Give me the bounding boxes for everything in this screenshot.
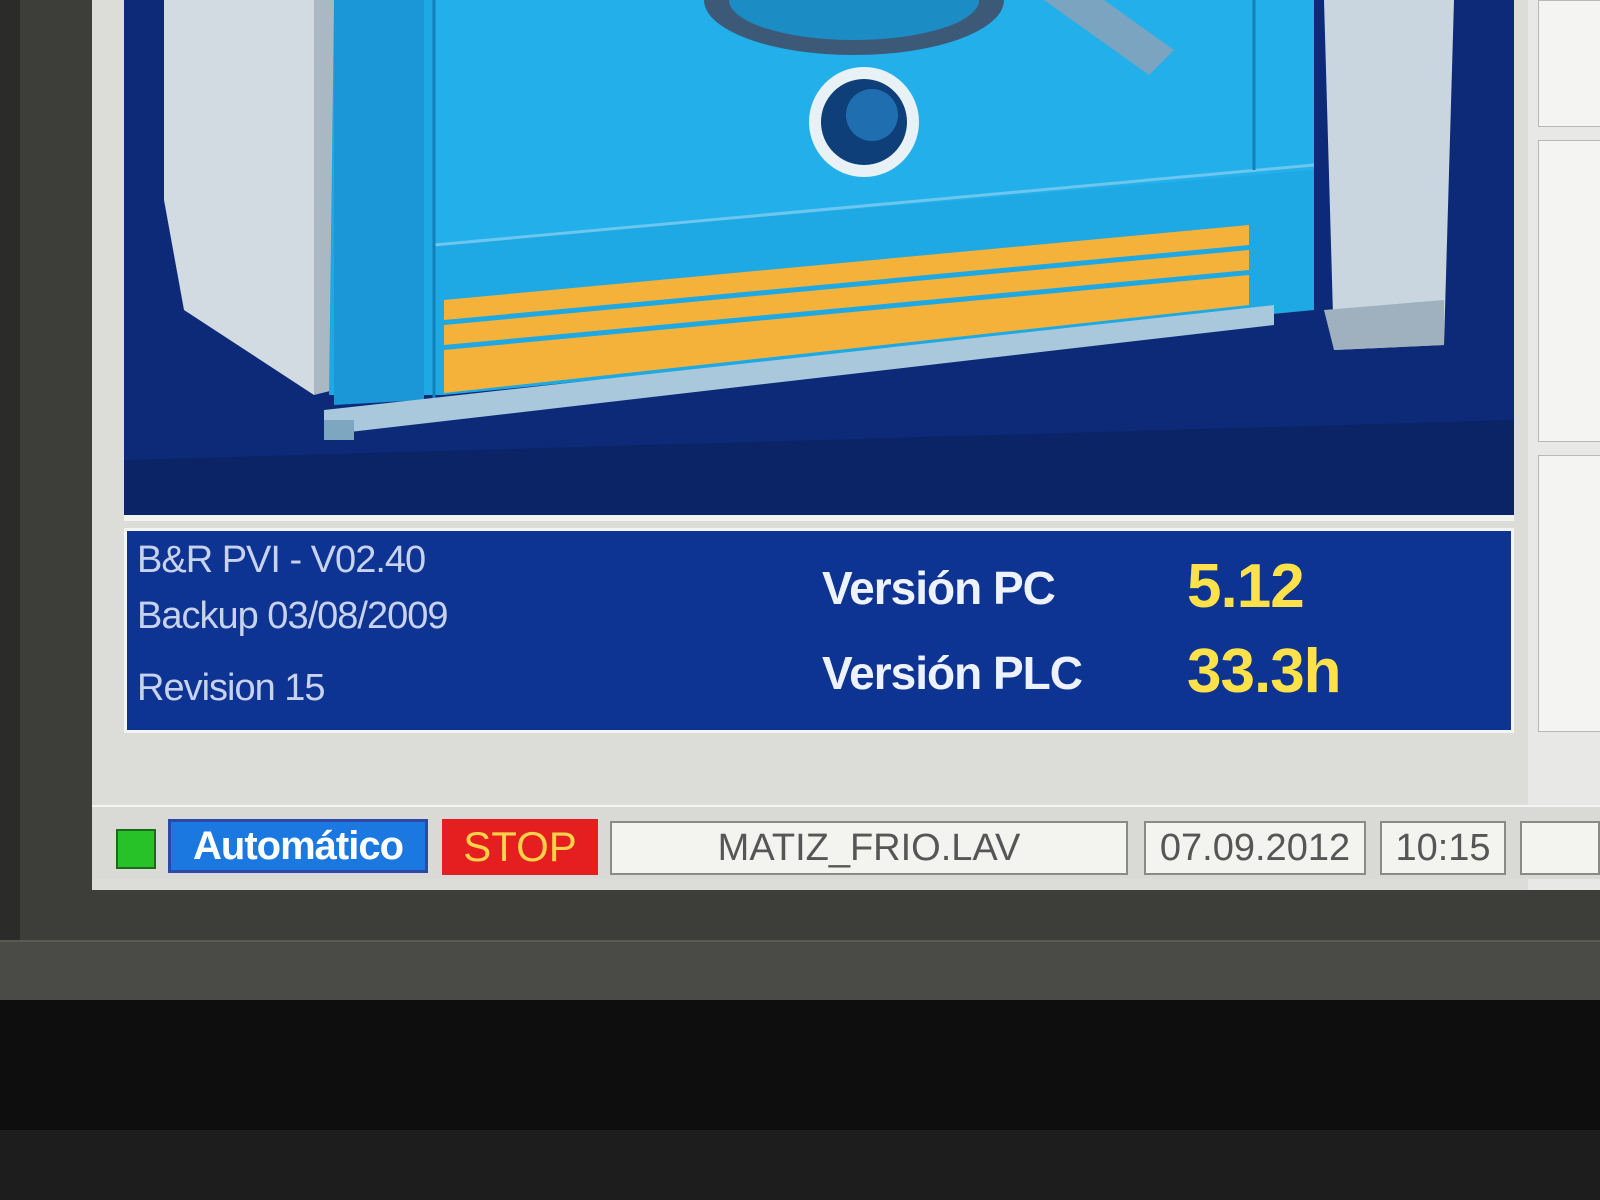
mode-button[interactable]: Automático [168, 819, 428, 873]
pc-version-value: 5.12 [1187, 552, 1305, 621]
machine-picture [124, 0, 1514, 521]
backup-date-text: Backup 03/08/2009 [137, 595, 448, 637]
software-version-text: B&R PVI - V02.40 [137, 539, 426, 581]
time-field: 10:15 [1380, 821, 1506, 875]
plc-version-label: Versión PLC [822, 647, 1083, 699]
washing-machine-icon [124, 0, 1514, 515]
extra-status-field [1520, 821, 1600, 875]
side-button-2[interactable] [1538, 140, 1600, 442]
right-button-column [1528, 0, 1600, 890]
date-field: 07.09.2012 [1144, 821, 1366, 875]
side-button-1[interactable] [1538, 0, 1600, 127]
status-led-icon [116, 829, 156, 869]
revision-text: Revision 15 [137, 667, 326, 709]
background-band [0, 1130, 1600, 1200]
version-info-panel: B&R PVI - V02.40 Backup 03/08/2009 Revis… [124, 528, 1514, 733]
stop-button[interactable]: STOP [442, 819, 598, 875]
status-bar: Automático STOP MATIZ_FRIO.LAV 07.09.201… [92, 805, 1600, 879]
program-name-field: MATIZ_FRIO.LAV [610, 821, 1128, 875]
pc-version-label: Versión PC [822, 562, 1056, 614]
plc-version-value: 33.3h [1187, 637, 1342, 706]
monitor-bottom-bezel [0, 940, 1600, 1002]
side-button-3[interactable] [1538, 455, 1600, 732]
hmi-screen: B&R PVI - V02.40 Backup 03/08/2009 Revis… [92, 0, 1600, 890]
